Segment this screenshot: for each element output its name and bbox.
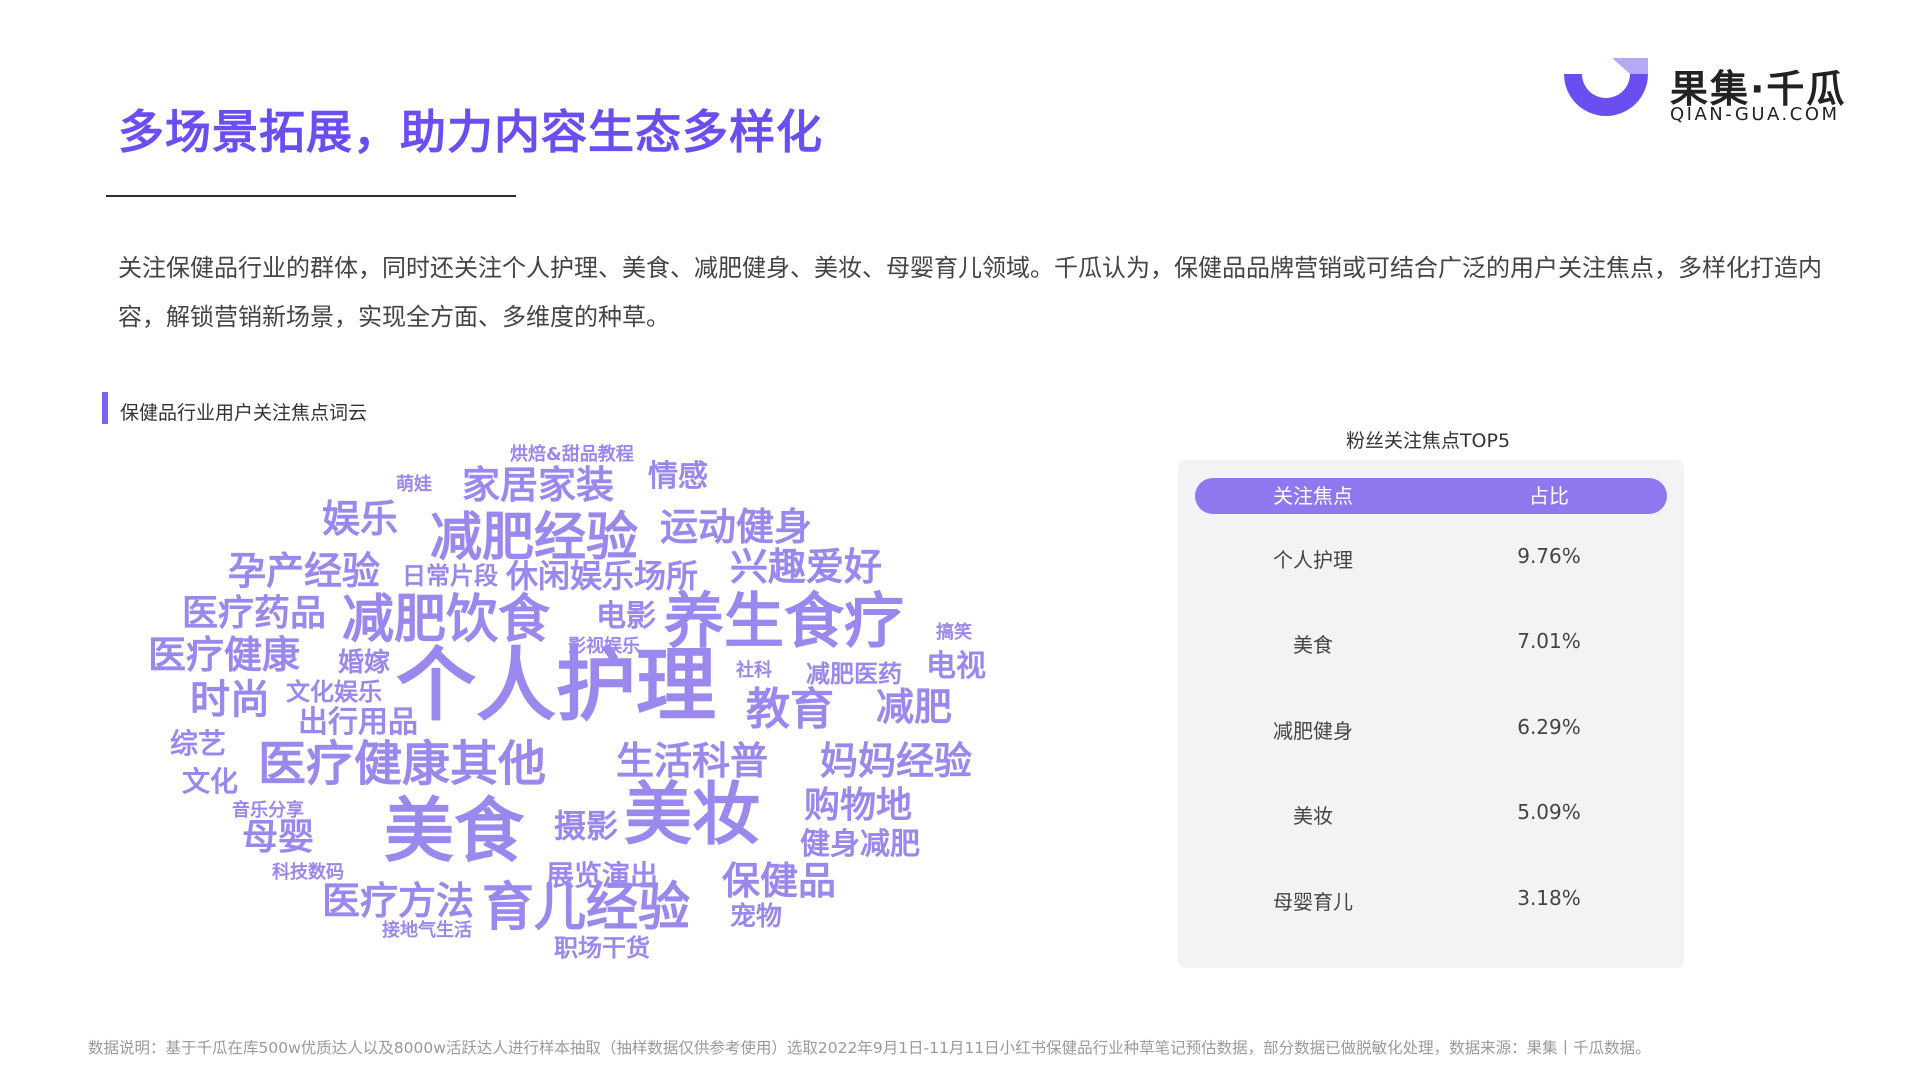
word: 社科 (736, 660, 772, 681)
word: 情感 (648, 459, 708, 494)
wordcloud-label-bar (102, 392, 108, 424)
top5-caption: 粉丝关注焦点TOP5 (1345, 430, 1511, 452)
cell-ratio: 7.01% (1517, 629, 1581, 653)
cell-ratio: 6.29% (1517, 715, 1581, 739)
word: 美妆 (624, 776, 761, 855)
column-header-ratio: 占比 (1529, 484, 1569, 508)
word: 妈妈经验 (820, 739, 973, 783)
cell-focus: 美食 (1293, 633, 1333, 657)
word: 电视 (926, 649, 986, 684)
word: 生活科普 (616, 739, 769, 783)
word: 医疗健康 (148, 633, 301, 677)
word: 兴趣爱好 (730, 545, 883, 589)
cell-ratio: 5.09% (1517, 800, 1581, 824)
top5-table: 关注焦点 占比 个人护理 9.76% 美食 7.01% 减肥健身 6.29% 美… (1178, 460, 1684, 968)
cell-ratio: 3.18% (1517, 886, 1581, 910)
word: 摄影 (554, 807, 619, 845)
word: 职场干货 (554, 934, 650, 962)
word: 婚嫁 (338, 648, 391, 678)
word: 搞笑 (936, 622, 972, 643)
word: 美食 (384, 790, 524, 872)
word: 教育 (746, 684, 834, 735)
cell-focus: 美妆 (1293, 804, 1333, 828)
word: 母婴 (242, 817, 315, 858)
word: 保健品 (722, 859, 837, 903)
table-header: 关注焦点 占比 (1195, 478, 1667, 514)
qiangua-logo-icon (1564, 58, 1648, 116)
cell-focus: 减肥健身 (1273, 719, 1353, 743)
title-divider (106, 195, 516, 197)
word: 时尚 (190, 677, 270, 723)
footnote: 数据说明：基于千瓜在库500w优质达人以及8000w活跃达人进行样本抽取（抽样数… (88, 1039, 1651, 1057)
logo: 果集·千瓜 QIAN-GUA.COM (1556, 56, 1856, 126)
page-title: 多场景拓展，助力内容生态多样化 (118, 105, 823, 159)
word: 接地气生活 (382, 920, 472, 941)
wordcloud-label: 保健品行业用户关注焦点词云 (120, 402, 368, 424)
cell-ratio: 9.76% (1517, 544, 1581, 568)
word: 健身减肥 (800, 827, 920, 862)
word: 文化娱乐 (286, 678, 382, 706)
word: 萌娃 (396, 474, 432, 495)
word: 减肥 (876, 685, 953, 729)
column-header-focus: 关注焦点 (1273, 484, 1353, 508)
word: 综艺 (170, 727, 227, 760)
word: 电影 (596, 599, 656, 634)
word: 出行用品 (298, 705, 418, 740)
word: 烘焙&甜品教程 (510, 444, 634, 465)
word: 减肥医药 (806, 660, 902, 688)
logo-text-en: QIAN-GUA.COM (1670, 104, 1840, 125)
word: 运动健身 (660, 505, 813, 549)
word: 宠物 (730, 902, 783, 932)
word: 日常片段 (402, 562, 498, 590)
word: 孕产经验 (228, 549, 381, 593)
word: 育儿经验 (482, 878, 691, 938)
word: 家居家装 (462, 463, 615, 507)
cell-focus: 母婴育儿 (1273, 890, 1353, 914)
word: 个人护理 (396, 639, 716, 732)
word: 医疗健康其他 (258, 736, 547, 792)
word: 娱乐 (322, 497, 399, 541)
intro-paragraph: 关注保健品行业的群体，同时还关注个人护理、美食、减肥健身、美妆、母婴育儿领域。千… (118, 254, 1822, 331)
cell-focus: 个人护理 (1273, 548, 1353, 572)
word: 医疗方法 (322, 879, 475, 923)
word-cloud: 烘焙&甜品教程 萌娃 家居家装 情感 娱乐 减肥经验 运动健身 孕产经验 日常片… (130, 440, 1010, 980)
word: 医疗药品 (182, 593, 327, 634)
word: 购物地 (804, 785, 913, 826)
word: 文化 (182, 765, 239, 798)
